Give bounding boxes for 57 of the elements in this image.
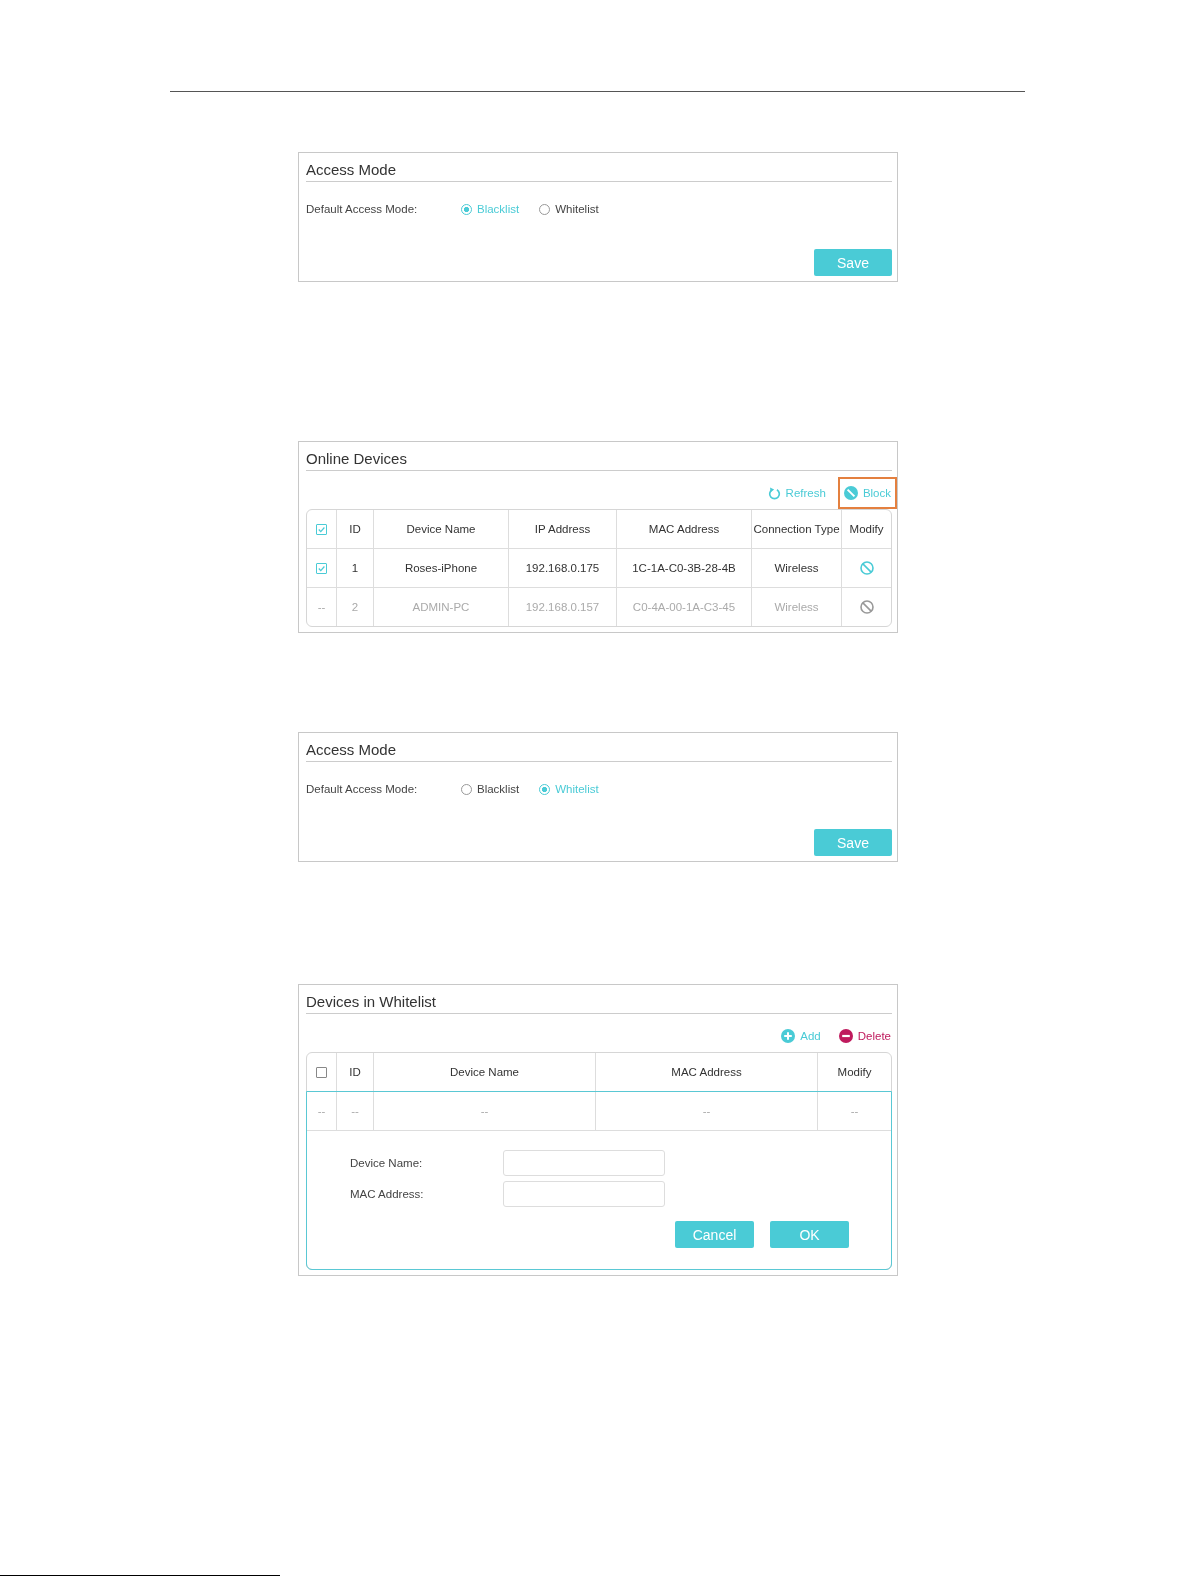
panel-title: Devices in Whitelist <box>306 985 892 1014</box>
table-cell: Wireless <box>752 588 842 626</box>
add-button[interactable]: Add <box>781 1024 821 1048</box>
table-cell: C0-4A-00-1A-C3-45 <box>617 588 752 626</box>
column-header: ID <box>337 510 374 548</box>
column-header: MAC Address <box>596 1053 818 1091</box>
column-header: Modify <box>848 522 885 537</box>
radio-option[interactable]: Blacklist <box>461 783 520 795</box>
ban-icon <box>843 486 858 500</box>
block-button[interactable]: Block <box>843 481 891 505</box>
ok-button[interactable]: OK <box>770 1221 849 1248</box>
minus-icon <box>838 1029 853 1043</box>
table-cell: 1 <box>337 549 374 587</box>
refresh-button[interactable]: Refresh <box>767 481 826 505</box>
table-cell: 192.168.0.157 <box>509 588 617 626</box>
cancel-button[interactable]: Cancel <box>675 1221 754 1248</box>
field-label: MAC Address: <box>350 1188 425 1200</box>
refresh-icon <box>767 486 781 500</box>
plus-icon <box>781 1029 796 1043</box>
column-header: Device Name <box>374 1053 596 1091</box>
table-cell: -- <box>337 1092 374 1130</box>
panel-title: Access Mode <box>306 153 892 182</box>
column-header: Connection Type <box>752 510 842 548</box>
radio-option[interactable]: Blacklist <box>461 203 520 215</box>
table-cell: 1C-1A-C0-3B-28-4B <box>617 549 752 587</box>
table-cell: ADMIN-PC <box>374 588 509 626</box>
table-cell: -- <box>307 588 337 626</box>
table-cell-text: -- <box>849 1104 860 1119</box>
checkbox[interactable] <box>316 1066 327 1078</box>
column-header: ID <box>337 1053 374 1091</box>
column-header: IP Address <box>509 510 617 548</box>
text-field[interactable] <box>503 1181 665 1207</box>
column-header: MAC Address <box>617 510 752 548</box>
panel-title: Access Mode <box>306 733 892 762</box>
table-cell: Roses-iPhone <box>374 549 509 587</box>
field-label: Device Name: <box>350 1157 424 1169</box>
table-cell: -- <box>596 1092 818 1130</box>
field-label: Default Access Mode: <box>306 203 419 215</box>
table-cell: 2 <box>337 588 374 626</box>
save-button[interactable]: Save <box>814 249 892 276</box>
radio-option[interactable]: Whitelist <box>539 783 599 795</box>
table-cell: 192.168.0.175 <box>509 549 617 587</box>
table-cell: Wireless <box>752 549 842 587</box>
table-cell: -- <box>374 1092 596 1130</box>
delete-button[interactable]: Delete <box>838 1024 891 1048</box>
checkbox[interactable] <box>316 562 327 574</box>
column-header: Device Name <box>374 510 509 548</box>
ban-icon[interactable] <box>859 600 874 614</box>
ban-icon[interactable] <box>859 561 874 575</box>
column-header: Modify <box>836 1065 873 1080</box>
table-cell: -- <box>307 1092 337 1130</box>
checkbox[interactable] <box>316 523 327 535</box>
text-field[interactable] <box>503 1150 665 1176</box>
save-button[interactable]: Save <box>814 829 892 856</box>
radio-option[interactable]: Whitelist <box>539 203 599 215</box>
panel-title: Online Devices <box>306 442 892 471</box>
field-label: Default Access Mode: <box>306 783 419 795</box>
